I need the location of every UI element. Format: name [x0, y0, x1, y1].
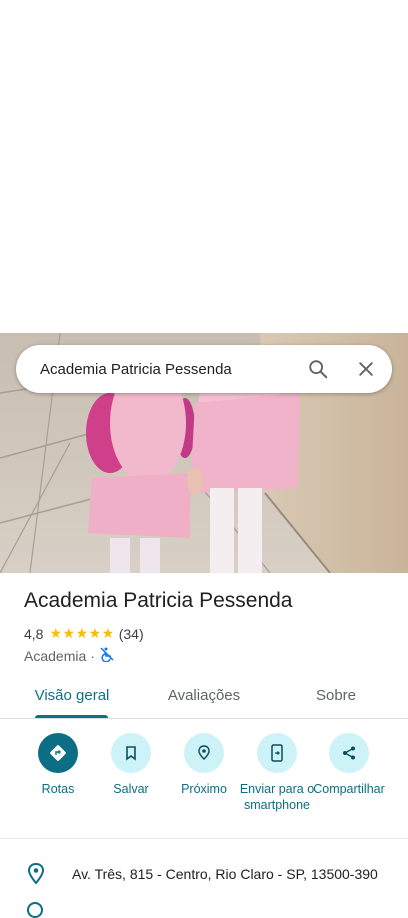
place-title: Academia Patricia Pessenda: [24, 589, 293, 612]
share-button[interactable]: Compartilhar: [311, 731, 387, 797]
search-input[interactable]: Academia Patricia Pessenda: [40, 361, 296, 378]
clock-icon: [27, 902, 43, 918]
share-icon: [329, 733, 369, 773]
reviews-count[interactable]: (34): [119, 626, 144, 642]
tab-reviews[interactable]: Avaliações: [156, 672, 252, 718]
directions-button[interactable]: Rotas: [20, 731, 96, 797]
bookmark-icon: [111, 733, 151, 773]
category-label: Academia: [24, 647, 87, 664]
nearby-icon: [184, 733, 224, 773]
share-label: Compartilhar: [313, 782, 385, 796]
tab-bar: Visão geral Avaliações Sobre: [0, 672, 408, 719]
search-icon[interactable]: [296, 347, 340, 391]
address-row[interactable]: Av. Três, 815 - Centro, Rio Claro - SP, …: [0, 856, 408, 892]
category-row: Academia ·: [24, 646, 115, 665]
location-pin-icon: [0, 863, 72, 885]
nearby-label: Próximo: [181, 782, 227, 796]
action-buttons: Rotas Salvar Próximo Enviar para o smart…: [0, 731, 408, 829]
tab-overview[interactable]: Visão geral: [24, 672, 120, 718]
divider: [0, 838, 408, 839]
close-icon[interactable]: [344, 347, 388, 391]
send-to-phone-icon: [257, 733, 297, 773]
directions-icon: [38, 733, 78, 773]
rating-row[interactable]: 4,8 ★★★★★ (34): [24, 625, 144, 642]
address-text: Av. Três, 815 - Centro, Rio Claro - SP, …: [72, 866, 378, 882]
separator-dot: ·: [90, 647, 95, 664]
map-area[interactable]: [0, 0, 408, 333]
rating-value: 4,8: [24, 625, 44, 642]
directions-label: Rotas: [41, 782, 75, 796]
search-bar[interactable]: Academia Patricia Pessenda: [16, 345, 392, 393]
tab-about[interactable]: Sobre: [288, 672, 384, 718]
save-button[interactable]: Salvar: [93, 731, 169, 797]
active-tab-indicator: [35, 715, 108, 718]
not-wheelchair-accessible-icon: [99, 646, 115, 665]
nearby-button[interactable]: Próximo: [166, 731, 242, 797]
save-label: Salvar: [113, 782, 149, 796]
send-to-phone-label: Enviar para o smartphone: [239, 782, 315, 812]
star-rating-icon: ★★★★★: [49, 625, 115, 641]
send-to-phone-button[interactable]: Enviar para o smartphone: [239, 731, 315, 813]
